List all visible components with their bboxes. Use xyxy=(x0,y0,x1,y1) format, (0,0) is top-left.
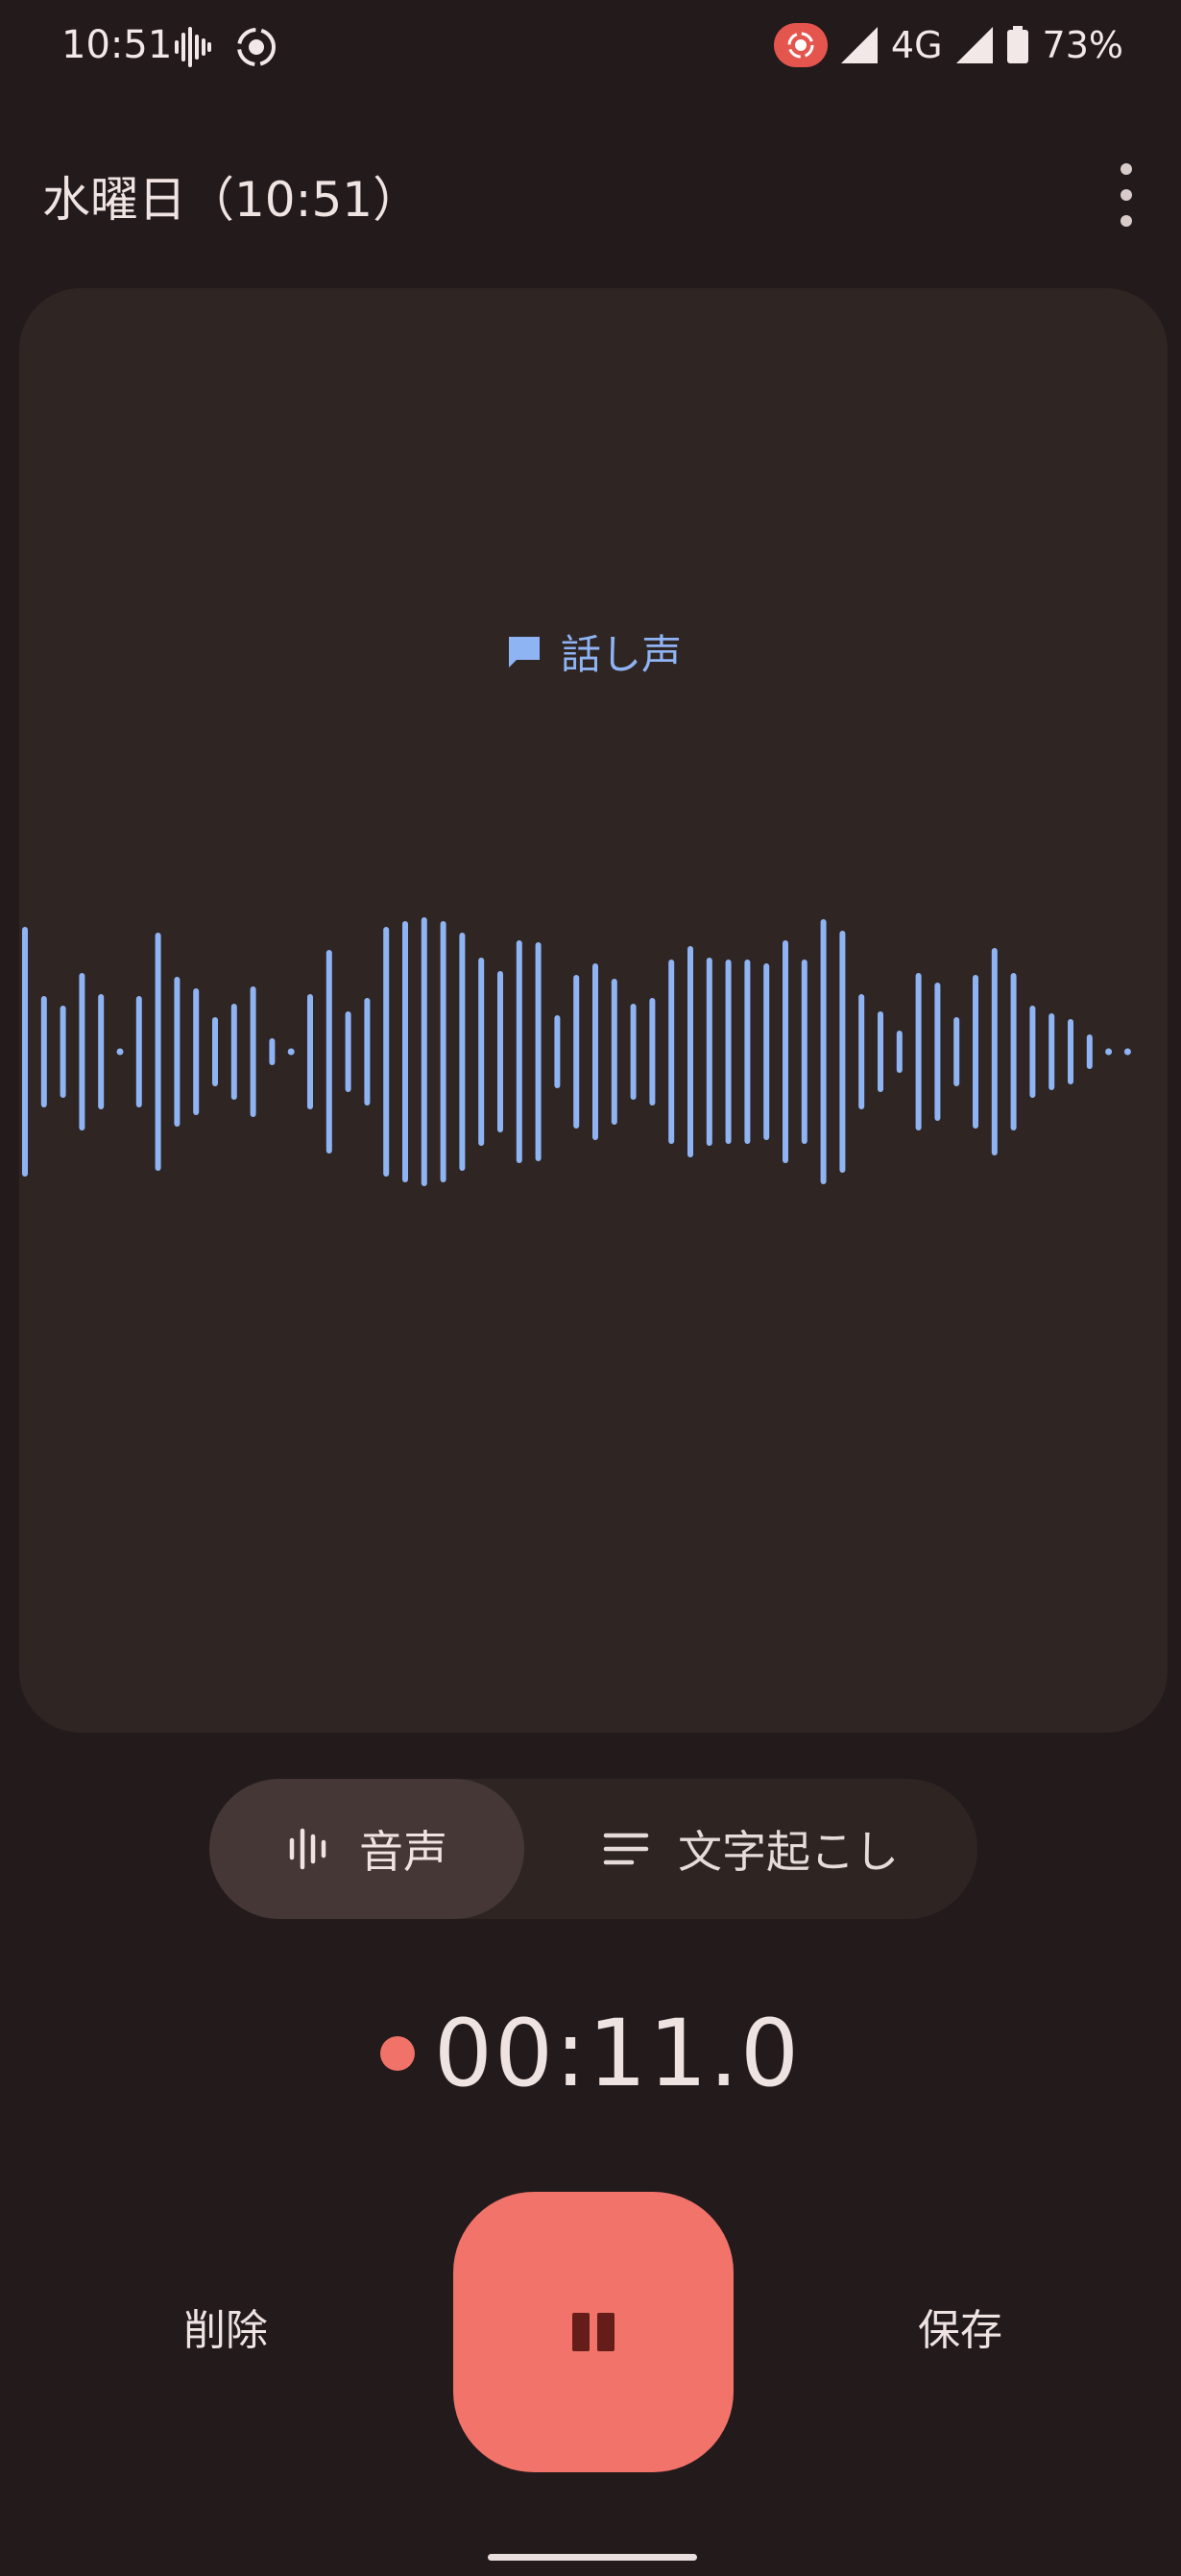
waveform-bar xyxy=(497,971,503,1132)
status-time: 10:51 xyxy=(61,23,173,67)
tab-transcript[interactable]: 文字起こし xyxy=(524,1779,977,1919)
waveform-bar xyxy=(554,1015,561,1088)
recording-title[interactable]: 水曜日（10:51） xyxy=(42,161,421,231)
tab-audio[interactable]: 音声 xyxy=(209,1779,524,1919)
waveform-bar xyxy=(953,1017,960,1086)
waveform-bar xyxy=(744,960,751,1144)
waveform-bar xyxy=(858,994,865,1109)
signal-icon xyxy=(955,27,993,63)
network-type: 4G xyxy=(890,24,943,66)
signal-icon xyxy=(840,27,878,63)
waveform-bar xyxy=(307,994,313,1109)
waveform-bar xyxy=(135,996,142,1107)
waveform-bar xyxy=(783,940,788,1163)
waveform-bar xyxy=(459,933,466,1171)
subject-lines-icon xyxy=(603,1833,649,1865)
delete-button[interactable]: 削除 xyxy=(144,2296,307,2357)
audio-waveform xyxy=(22,917,1131,1186)
save-button[interactable]: 保存 xyxy=(879,2296,1042,2357)
home-indicator[interactable] xyxy=(488,2554,697,2561)
view-toggle: 音声 文字起こし xyxy=(209,1779,977,1919)
waveform-bar xyxy=(668,960,675,1144)
waveform-bar xyxy=(1010,973,1017,1130)
waveform-bar xyxy=(174,977,181,1127)
waveform-bar xyxy=(1029,1006,1036,1098)
waveform-bar xyxy=(22,927,28,1177)
waveform-bar xyxy=(345,1011,351,1092)
tab-audio-label: 音声 xyxy=(359,1826,447,1878)
more-vert-icon[interactable] xyxy=(1102,163,1150,227)
waveform-bar xyxy=(40,996,47,1107)
waveform-bar xyxy=(269,1038,276,1065)
waveform-bar xyxy=(706,958,712,1146)
waveform-bar xyxy=(573,975,580,1129)
waveform-bar xyxy=(79,973,85,1130)
waveform-bar xyxy=(649,998,656,1106)
waveform-bar xyxy=(801,960,807,1144)
waveform-bar xyxy=(440,921,446,1182)
tab-transcript-label: 文字起こし xyxy=(678,1826,899,1878)
waveform-bar xyxy=(725,960,732,1144)
waveform-bar xyxy=(364,998,371,1106)
waveform-bar xyxy=(516,940,522,1163)
waveform-bar xyxy=(896,1031,903,1073)
timer-text: 00:11.0 xyxy=(433,2000,802,2107)
waveform-bar xyxy=(915,973,922,1130)
waveform-bar xyxy=(193,988,200,1115)
waveform-bar xyxy=(1068,1019,1073,1084)
waveform-bar xyxy=(687,946,693,1157)
waveform-dot xyxy=(1123,1048,1131,1056)
waveform-bar xyxy=(1048,1013,1055,1090)
waveform-bar xyxy=(60,1006,66,1098)
screen-record-icon xyxy=(237,28,276,66)
audio-waveform-icon xyxy=(175,27,211,67)
waveform-bar xyxy=(973,975,978,1129)
waveform-icon xyxy=(289,1828,326,1870)
waveform-bar xyxy=(230,1004,237,1100)
waveform-dot xyxy=(1105,1048,1113,1056)
waveform-bar xyxy=(1086,1034,1093,1069)
waveform-bar xyxy=(763,963,770,1140)
waveform-bar xyxy=(611,979,617,1125)
waveform-bar xyxy=(325,950,332,1154)
waveform-bar xyxy=(878,1011,883,1092)
waveform-bar xyxy=(402,921,408,1182)
waveform-bar xyxy=(421,917,427,1186)
waveform-card: 話し声 xyxy=(19,288,1168,1733)
recording-indicator-icon xyxy=(773,23,828,67)
waveform-bar xyxy=(630,1004,637,1100)
recording-timer: 00:11.0 xyxy=(0,2000,1181,2107)
waveform-bar xyxy=(535,942,542,1161)
waveform-bar xyxy=(98,994,105,1109)
waveform-bar xyxy=(592,963,598,1140)
waveform-bar xyxy=(383,927,390,1177)
waveform-bar xyxy=(155,933,161,1171)
waveform-bar xyxy=(250,986,256,1117)
waveform-bar xyxy=(478,958,485,1146)
waveform-bar xyxy=(934,983,941,1121)
pause-icon xyxy=(572,2313,590,2351)
status-bar: 10:51 4G 73% xyxy=(0,0,1181,96)
pause-button[interactable] xyxy=(453,2192,734,2472)
recording-dot-icon xyxy=(379,2036,415,2071)
waveform-bar xyxy=(991,948,998,1155)
battery-icon xyxy=(1006,26,1028,63)
waveform-dot xyxy=(116,1048,124,1056)
waveform-bar xyxy=(839,931,846,1173)
waveform-bar xyxy=(212,1017,218,1086)
waveform-bar xyxy=(820,919,827,1184)
waveform-dot xyxy=(287,1048,295,1056)
battery-percent: 73% xyxy=(1042,24,1123,66)
